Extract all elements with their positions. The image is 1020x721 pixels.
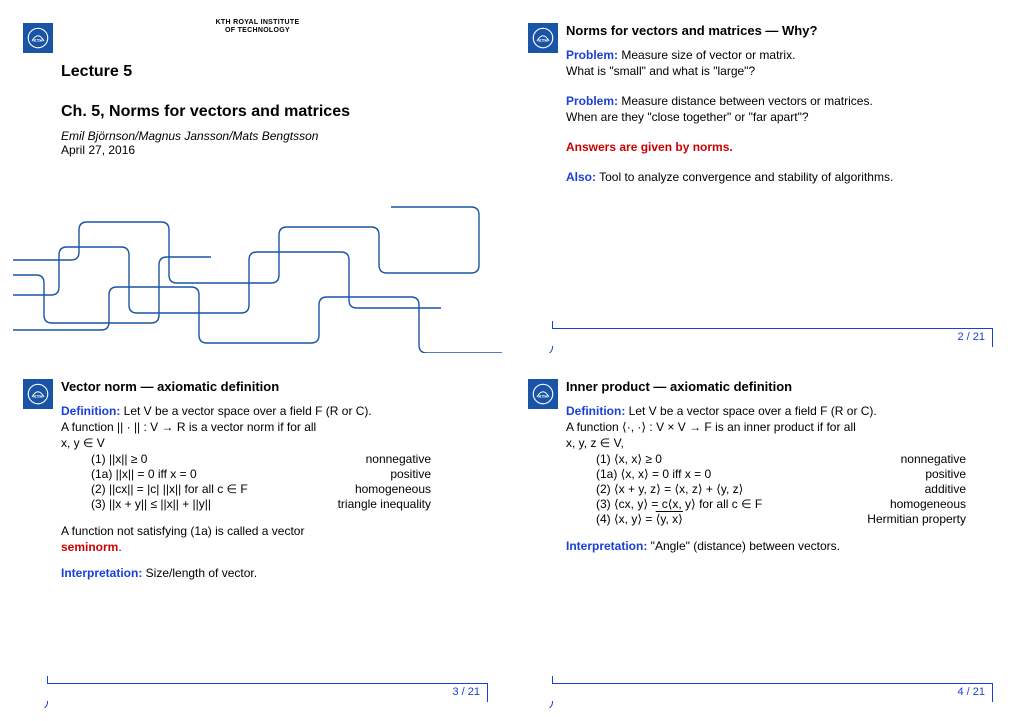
slide-1-title: KTH ROYAL INSTITUTE OF TECHNOLOGY KTH Le… xyxy=(12,12,503,354)
problem2b: When are they "close together" or "far a… xyxy=(566,110,993,124)
interpretation: Interpretation: Size/length of vector. xyxy=(61,566,488,580)
slide-2-why: KTH Norms for vectors and matrices — Why… xyxy=(517,12,1008,354)
decorative-lines xyxy=(12,205,503,354)
chapter-heading: Ch. 5, Norms for vectors and matrices xyxy=(61,103,502,121)
prop1a: (1a) ⟨x, x⟩ = 0 iff x = 0positive xyxy=(596,467,966,481)
seminorm2: seminorm. xyxy=(61,540,488,554)
kth-logo-icon: KTH xyxy=(528,23,558,53)
prop2: (2) ⟨x + y, z⟩ = ⟨x, z⟩ + ⟨y, z⟩additive xyxy=(596,482,966,496)
lecture-heading: Lecture 5 xyxy=(61,63,502,81)
slide2-title: Norms for vectors and matrices — Why? xyxy=(566,23,993,38)
footer-decoration xyxy=(552,328,993,347)
slide-4-inner-product: KTH Inner product — axiomatic definition… xyxy=(517,368,1008,710)
slide2-content: Norms for vectors and matrices — Why? Pr… xyxy=(566,23,993,186)
slide3-content: Vector norm — axiomatic definition Defin… xyxy=(61,379,488,582)
kth-logo-icon: KTH xyxy=(528,379,558,409)
svg-text:KTH: KTH xyxy=(33,393,42,398)
slide4-footer: 4 / 21 xyxy=(518,682,1007,708)
kth-logo-icon: KTH xyxy=(23,379,53,409)
seminorm1: A function not satisfying (1a) is called… xyxy=(61,524,488,538)
slide3-title: Vector norm — axiomatic definition xyxy=(61,379,488,394)
prop3: (3) ||x + y|| ≤ ||x|| + ||y||triangle in… xyxy=(91,497,431,511)
slide2-footer: 2 / 21 xyxy=(518,327,1007,353)
page-number: 3 / 21 xyxy=(452,686,480,698)
answers: Answers are given by norms. xyxy=(566,140,993,154)
footer-decoration xyxy=(47,683,488,702)
prop1: (1) ⟨x, x⟩ ≥ 0nonnegative xyxy=(596,452,966,466)
prop1a: (1a) ||x|| = 0 iff x = 0positive xyxy=(91,467,431,481)
slide3-footer: 3 / 21 xyxy=(13,682,502,708)
problem2: Problem: Measure distance between vector… xyxy=(566,94,993,108)
slide4-title: Inner product — axiomatic definition xyxy=(566,379,993,394)
footer-decoration xyxy=(552,683,993,702)
prop2: (2) ||cx|| = |c| ||x|| for all c ∈ Fhomo… xyxy=(91,482,431,496)
def-line3: x, y ∈ V xyxy=(61,436,488,450)
prop3: (3) ⟨cx, y⟩ = c⟨x, y⟩ for all c ∈ Fhomog… xyxy=(596,497,966,511)
problem1: Problem: Measure size of vector or matri… xyxy=(566,48,993,62)
def-line1: Definition: Let V be a vector space over… xyxy=(61,404,488,418)
page-number: 4 / 21 xyxy=(957,686,985,698)
def-line2: A function || · || : V → R is a vector n… xyxy=(61,420,488,434)
def-line3: x, y, z ∈ V, xyxy=(566,436,993,450)
slide-grid: KTH ROYAL INSTITUTE OF TECHNOLOGY KTH Le… xyxy=(12,12,1008,709)
interpretation: Interpretation: "Angle" (distance) betwe… xyxy=(566,539,993,553)
problem1b: What is "small" and what is "large"? xyxy=(566,64,993,78)
page-number: 2 / 21 xyxy=(957,331,985,343)
also: Also: Tool to analyze convergence and st… xyxy=(566,170,993,184)
svg-text:KTH: KTH xyxy=(538,38,547,43)
institute-line1: KTH ROYAL INSTITUTE xyxy=(216,19,300,27)
svg-text:KTH: KTH xyxy=(538,393,547,398)
institute-line2: OF TECHNOLOGY xyxy=(216,27,300,35)
authors: Emil Björnson/Magnus Jansson/Mats Bengts… xyxy=(61,129,502,143)
def-line2: A function ⟨·, ·⟩ : V × V → F is an inne… xyxy=(566,420,993,434)
prop1: (1) ||x|| ≥ 0nonnegative xyxy=(91,452,431,466)
prop4: (4) ⟨x, y⟩ = ⟨y, x⟩Hermitian property xyxy=(596,512,966,526)
institute-label: KTH ROYAL INSTITUTE OF TECHNOLOGY xyxy=(216,19,300,34)
slide-3-vector-norm: KTH Vector norm — axiomatic definition D… xyxy=(12,368,503,710)
date: April 27, 2016 xyxy=(61,143,502,157)
def-line1: Definition: Let V be a vector space over… xyxy=(566,404,993,418)
slide4-content: Inner product — axiomatic definition Def… xyxy=(566,379,993,555)
svg-text:KTH: KTH xyxy=(33,38,42,43)
kth-logo-icon: KTH xyxy=(23,23,53,53)
